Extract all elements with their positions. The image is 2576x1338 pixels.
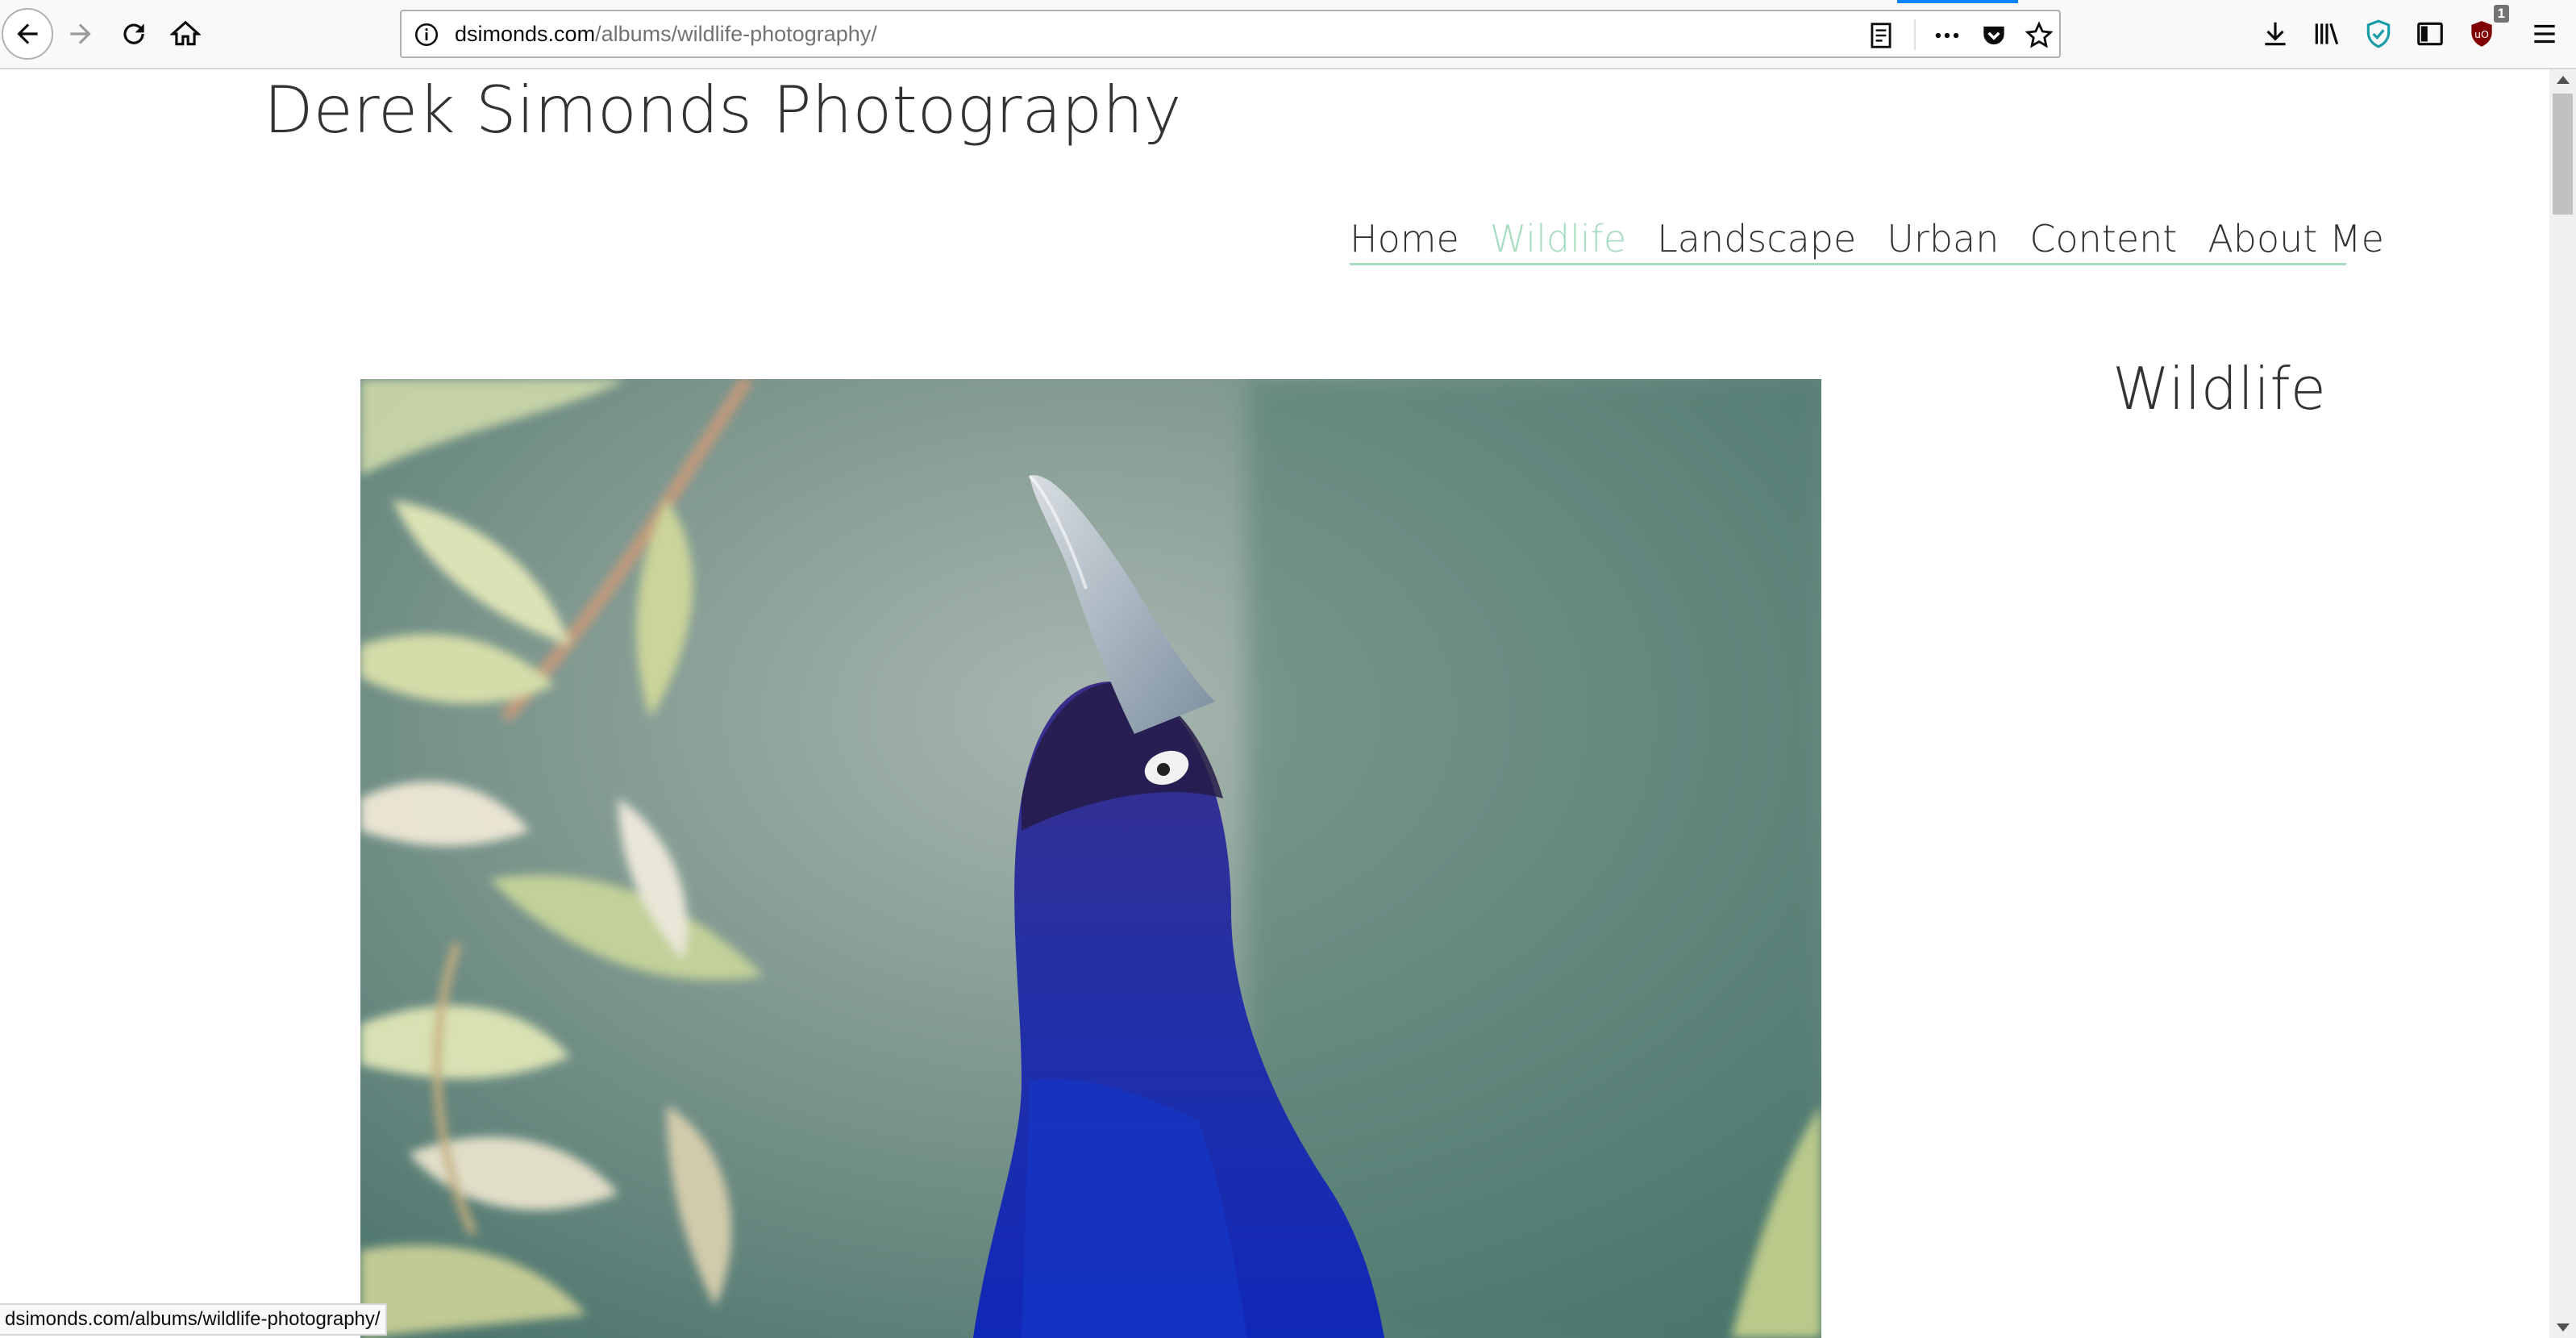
reload-icon [123,23,144,44]
scroll-thumb[interactable] [2553,94,2573,215]
page-scrollbar[interactable] [2549,69,2576,1338]
extension-badge: 1 [2493,5,2509,23]
library-icon [2315,23,2339,45]
page-heading: Wildlife [2112,355,2326,423]
ublock-icon: uO [2471,21,2492,47]
more-actions-icon[interactable] [1932,20,1962,51]
nav-wildlife[interactable]: Wildlife [1490,215,1626,263]
forward-button[interactable] [55,8,106,60]
star-icon[interactable] [2024,20,2054,51]
shield-icon [2366,19,2391,48]
url-separator [1914,19,1916,50]
nav-landscape[interactable]: Landscape [1657,215,1856,263]
ublock-button[interactable]: uO 1 [2456,5,2509,60]
bird-photo-image [360,379,1821,1338]
sidebar-icon [2417,22,2443,46]
forward-arrow-icon [70,23,91,44]
main-nav: Home Wildlife Landscape Urban Content Ab… [1350,215,2384,265]
scroll-down-arrow-icon[interactable] [2557,1323,2570,1332]
web-page: Derek Simonds Photography Home Wildlife … [0,69,2549,1338]
hamburger-menu-icon [2534,24,2555,44]
status-link-preview: dsimonds.com/albums/wildlife-photography… [0,1303,387,1336]
download-icon [2265,22,2286,46]
sidebar-button[interactable] [2404,8,2456,60]
url-path: /albums/wildlife-photography/ [595,22,877,46]
downloads-button[interactable] [2249,8,2301,60]
info-icon[interactable] [413,21,440,48]
svg-text:uO: uO [2474,28,2489,40]
nav-home[interactable]: Home [1350,215,1459,263]
reload-button[interactable] [108,8,160,60]
featured-photo-grackle[interactable] [360,379,1821,1338]
nav-urban[interactable]: Urban [1887,215,1999,263]
nav-content[interactable]: Content [2029,215,2177,263]
home-button[interactable] [160,8,211,60]
pocket-icon[interactable] [1979,20,2009,51]
scroll-up-arrow-icon[interactable] [2557,76,2570,84]
menu-button[interactable] [2520,8,2569,60]
site-title[interactable]: Derek Simonds Photography [264,73,1181,148]
back-button[interactable] [2,8,53,60]
active-tab-indicator [1897,0,2018,3]
url-bar[interactable]: dsimonds.com/albums/wildlife-photography… [400,10,2061,58]
browser-toolbar: dsimonds.com/albums/wildlife-photography… [0,0,2576,69]
url-host: dsimonds.com [455,22,596,46]
extension-shield-button[interactable] [2353,8,2404,60]
library-button[interactable] [2301,8,2353,60]
back-arrow-icon [17,23,38,44]
reader-view-icon[interactable] [1866,20,1896,51]
url-text[interactable]: dsimonds.com/albums/wildlife-photography… [455,22,877,47]
home-icon [170,20,201,46]
nav-about-me[interactable]: About Me [2208,215,2384,263]
